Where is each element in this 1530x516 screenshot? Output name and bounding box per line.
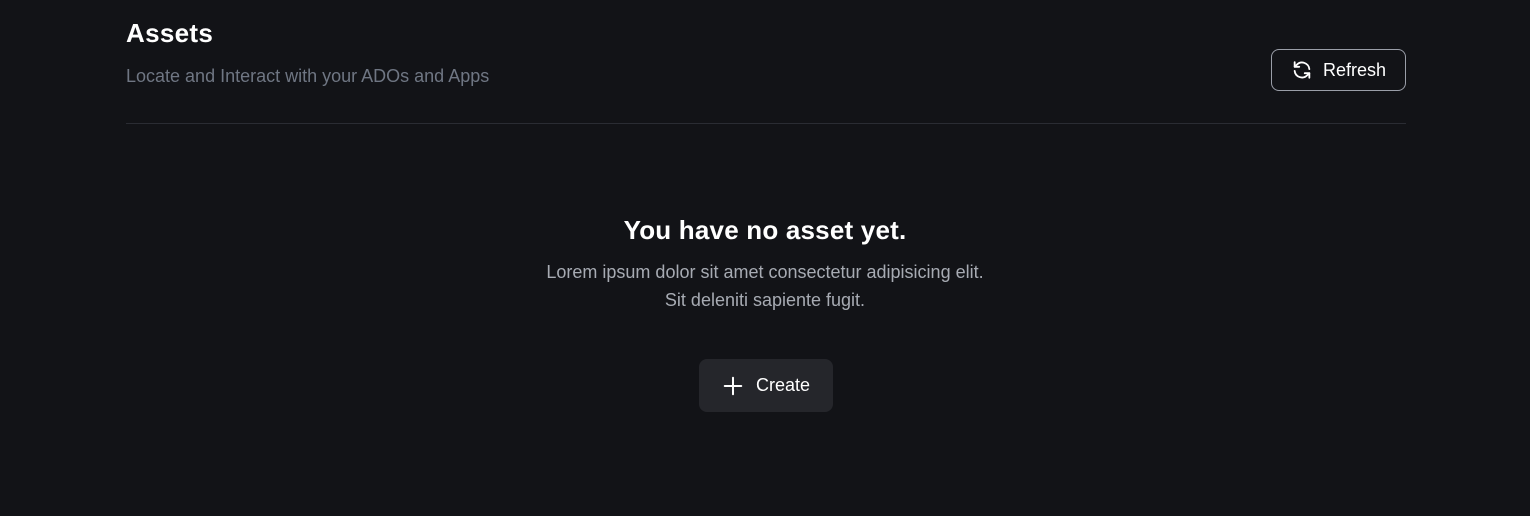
- create-button[interactable]: Create: [699, 359, 833, 412]
- empty-state-title: You have no asset yet.: [623, 215, 907, 245]
- page-subtitle: Locate and Interact with your ADOs and A…: [126, 66, 490, 86]
- create-label: Create: [755, 375, 811, 395]
- plus-icon: [722, 375, 744, 397]
- page-title: Assets: [126, 18, 214, 48]
- empty-state-description: Lorem ipsum dolor sit amet consectetur a…: [0, 258, 1530, 314]
- page-header: Assets Locate and Interact with your ADO…: [126, 0, 1406, 124]
- refresh-icon: [1291, 59, 1313, 81]
- create-button-wrapper: Create: [699, 359, 833, 412]
- refresh-label: Refresh: [1322, 59, 1387, 80]
- refresh-button[interactable]: Refresh: [1271, 49, 1406, 91]
- empty-state-description-line-2: Sit deleniti sapiente fugit.: [664, 290, 866, 310]
- empty-state: You have no asset yet. Lorem ipsum dolor…: [0, 212, 1530, 314]
- assets-page: Assets Locate and Interact with your ADO…: [0, 0, 1530, 516]
- empty-state-description-line-1: Lorem ipsum dolor sit amet consectetur a…: [546, 262, 984, 282]
